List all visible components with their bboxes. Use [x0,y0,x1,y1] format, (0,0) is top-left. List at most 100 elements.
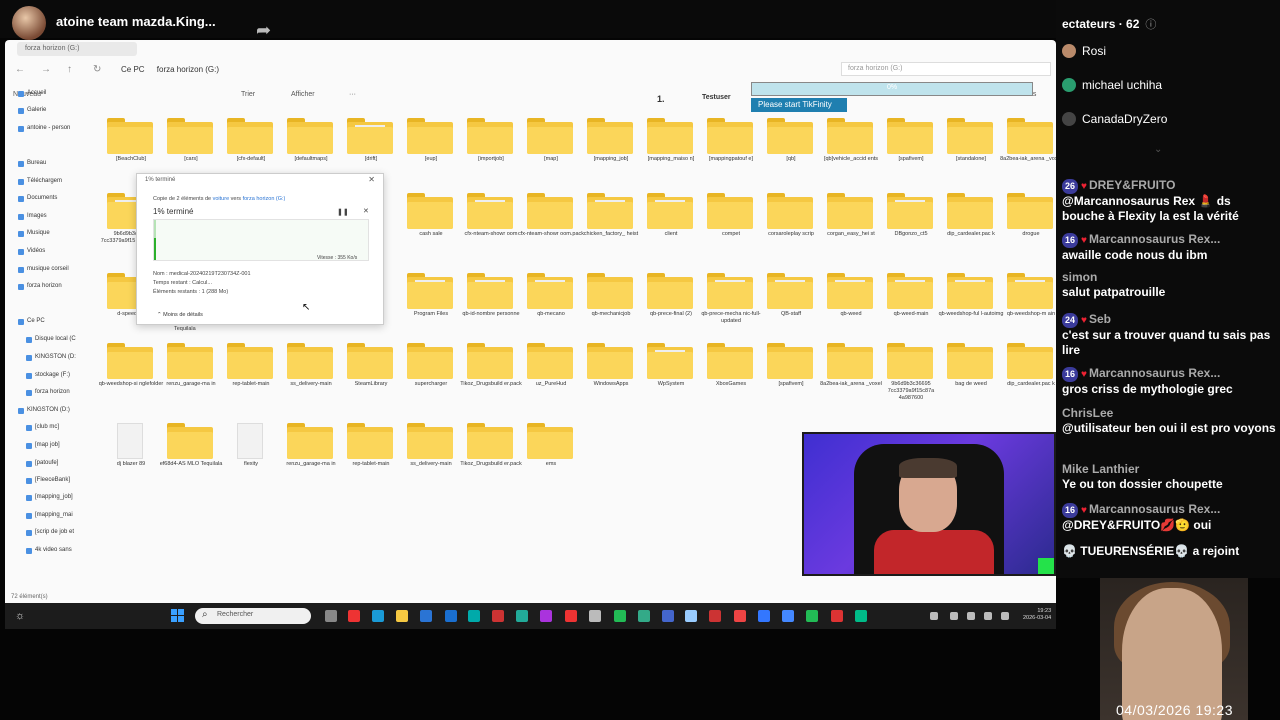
taskbar-app-icon[interactable] [782,610,794,622]
folder-item[interactable]: 8a2bea-iak_arena _voxel [1000,118,1062,188]
start-icon[interactable] [171,609,185,623]
system-tray-icon[interactable] [930,612,938,620]
sidebar-item[interactable]: Ce PC [18,318,45,325]
folder-item[interactable]: [qb] [763,118,819,188]
chat-username[interactable]: Marcannosaurus Rex... [1089,232,1220,246]
chat-username[interactable]: Marcannosaurus Rex... [1089,502,1220,516]
folder-item[interactable]: qb-weed [823,273,879,343]
sidebar-item[interactable]: antoine - person [17,125,70,132]
sort-button[interactable]: Trier [241,91,255,98]
taskbar-app-icon[interactable] [614,610,626,622]
sidebar-item[interactable]: [FleeceBank] [25,477,70,484]
top-viewer[interactable]: CanadaDryZero [1062,112,1167,126]
chat-username[interactable]: Marcannosaurus Rex... [1089,366,1220,380]
sidebar-item[interactable]: Téléchargem [17,178,62,185]
chat-username[interactable]: DREY&FRUITO [1089,178,1175,192]
folder-item[interactable]: qb-weedshop-si nglefolder [99,343,163,413]
folder-item[interactable]: SteamLibrary [343,343,399,413]
folder-item[interactable]: 9b6d9b3c36695 7cc3379a9f15c87a 4a987600 [883,343,939,413]
taskbar-app-icon[interactable] [540,610,552,622]
taskbar-search[interactable]: Rechercher [195,608,311,624]
folder-item[interactable]: dip_cardealer.pac k [1003,343,1059,413]
search-input[interactable]: forza horizon (G:) [841,62,1051,76]
folder-item[interactable]: qb-prece-mecha nic-full-updated [701,273,761,343]
folder-item[interactable]: qb-prece-final (2) [643,273,699,343]
folder-item[interactable]: corsaroleplay scrip [763,193,819,263]
chat-username[interactable]: Seb [1089,312,1111,326]
sidebar-item[interactable]: Documents [17,195,57,202]
system-tray-icon[interactable] [950,612,958,620]
widgets-icon[interactable]: ☼ [15,610,25,622]
folder-item[interactable]: qb-weed-main [883,273,939,343]
sidebar-item[interactable]: forza horizon [18,283,62,290]
folder-item[interactable]: [importjob] [463,118,519,188]
sidebar-item[interactable]: Accueil [17,90,46,97]
folder-item[interactable]: qb-weedshop-ful l-autoimg [939,273,1003,343]
sidebar-item[interactable]: Bureau [17,160,46,167]
taskbar-app-icon[interactable] [806,610,818,622]
taskbar-app-icon[interactable] [445,610,457,622]
folder-item[interactable]: [spafivem] [763,343,819,413]
taskbar-app-icon[interactable] [589,610,601,622]
folder-item[interactable]: ss_delivery-main [403,423,459,493]
back-icon[interactable]: ← [15,64,25,75]
folder-item[interactable]: cash sale [403,193,459,263]
top-viewer[interactable]: Rosi [1062,44,1106,58]
sidebar-item[interactable]: forza horizon [26,389,70,396]
sidebar-item[interactable]: [club mc] [25,424,59,431]
system-tray-icon[interactable] [984,612,992,620]
tab-explorer[interactable]: forza horizon (G:) [17,42,137,56]
copy-destination-link[interactable]: forza horizon (G:) [243,196,286,202]
folder-item[interactable]: [mapping_job] [583,118,639,188]
tikfinity-start-button[interactable]: Please start TikFinity [751,98,847,112]
folder-item[interactable]: qb-id-nombre personne [462,273,520,343]
chat-username[interactable]: simon [1062,270,1097,284]
folder-item[interactable]: cfx-nteam-showr oom.pack [518,193,584,263]
taskbar-app-icon[interactable] [468,610,480,622]
folder-item[interactable]: ems [523,423,579,493]
sidebar-item[interactable]: stockage (F:) [25,372,70,379]
sidebar-item[interactable]: Musique [18,230,50,237]
folder-item[interactable]: flexity [223,423,279,493]
chevron-down-icon[interactable]: ⌄ [1154,144,1162,155]
taskbar-app-icon[interactable] [662,610,674,622]
copy-source-link[interactable]: voiture [213,196,230,202]
taskbar-app-icon[interactable] [758,610,770,622]
top-viewer[interactable]: michael uchiha [1062,78,1162,92]
sidebar-item[interactable]: [patoufe] [25,460,58,467]
cancel-icon[interactable]: ✕ [363,207,369,215]
folder-item[interactable]: renzu_garage-ma in [283,423,339,493]
taskbar-app-icon[interactable] [516,610,528,622]
folder-item[interactable]: [map] [523,118,579,188]
sidebar-item[interactable]: 4k video sans [26,547,72,554]
folder-item[interactable]: [standalone] [943,118,999,188]
sidebar-item[interactable]: KINGSTON (D: [26,354,76,361]
folder-item[interactable]: corgan_easy_hei st [823,193,879,263]
sidebar-item[interactable]: Vidéos [17,248,45,255]
folder-item[interactable]: [spafivem] [883,118,939,188]
avatar[interactable] [12,6,46,40]
folder-item[interactable]: qb-mecano [523,273,579,343]
sidebar-item[interactable]: [scrip de job et [25,529,74,536]
sidebar-item[interactable]: [mapping_mai [26,512,73,519]
taskbar-app-icon[interactable] [855,610,867,622]
folder-item[interactable]: renzu_garage-ma in [163,343,219,413]
chat-username[interactable]: Mike Lanthier [1062,462,1139,476]
pause-icon[interactable]: ❚❚ [337,208,349,216]
taskbar-app-icon[interactable] [420,610,432,622]
taskbar-app-icon[interactable] [492,610,504,622]
taskbar-app-icon[interactable] [565,610,577,622]
folder-item[interactable]: compet [703,193,759,263]
taskbar-app-icon[interactable] [396,610,408,622]
taskbar-app-icon[interactable] [685,610,697,622]
breadcrumb-item[interactable]: forza horizon (G:) [157,65,219,74]
folder-item[interactable]: QB-staff [763,273,819,343]
sidebar-item[interactable]: [mapping_job] [26,494,73,501]
folder-item[interactable]: 8a2bea-iak_arena _voxel [820,343,882,413]
folder-item[interactable]: DBgonzo_ct5 [883,193,939,263]
folder-item[interactable]: WpSystem [643,343,699,413]
system-tray-icon[interactable] [967,612,975,620]
folder-item[interactable]: rep-tablet-main [223,343,279,413]
folder-item[interactable]: [qb]vehicle_accid ents [823,118,879,188]
taskbar-app-icon[interactable] [638,610,650,622]
